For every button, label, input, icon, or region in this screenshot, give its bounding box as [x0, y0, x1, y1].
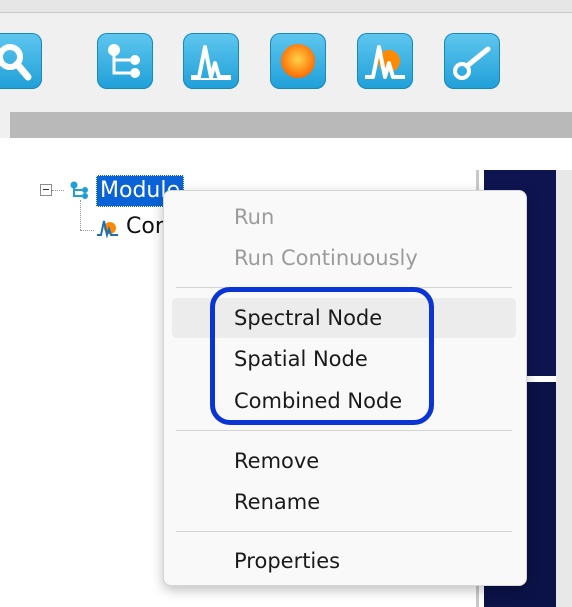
- tree-connector: [80, 230, 94, 231]
- tree-connector: [52, 190, 64, 191]
- module-tree-icon: [108, 44, 140, 78]
- tree-connector: [80, 200, 81, 230]
- module-node-icon: [70, 181, 88, 199]
- module-tree-button[interactable]: [97, 33, 153, 89]
- tree-collapse-toggle[interactable]: [40, 184, 52, 196]
- toolbar-top-border: [0, 0, 572, 13]
- menu-item-run: Run: [234, 205, 275, 229]
- menu-item-properties[interactable]: Properties: [172, 541, 516, 581]
- key-icon: [453, 46, 491, 80]
- combined-node-icon: [365, 45, 405, 79]
- menu-item-rename[interactable]: Rename: [172, 482, 516, 522]
- tree-item-child[interactable]: Cor: [126, 212, 164, 242]
- menu-separator: [176, 531, 512, 532]
- spectral-peak-icon: [191, 45, 231, 80]
- menu-item-run-continuously: Run Continuously: [234, 246, 418, 270]
- spatial-circle-icon: [281, 44, 315, 78]
- search-icon: [0, 44, 32, 81]
- spectral-button[interactable]: [183, 33, 239, 89]
- annotation-highlight: [210, 287, 434, 425]
- combined-button[interactable]: [357, 33, 413, 89]
- search-button[interactable]: [0, 33, 42, 89]
- menu-item-remove[interactable]: Remove: [172, 441, 516, 481]
- menu-separator: [176, 430, 512, 431]
- toolbar-bottom-strip: [10, 112, 572, 138]
- key-button[interactable]: [444, 33, 500, 89]
- combined-node-icon: [97, 220, 118, 238]
- right-edge: [556, 170, 572, 607]
- toolbar: [0, 0, 572, 138]
- spatial-button[interactable]: [270, 33, 326, 89]
